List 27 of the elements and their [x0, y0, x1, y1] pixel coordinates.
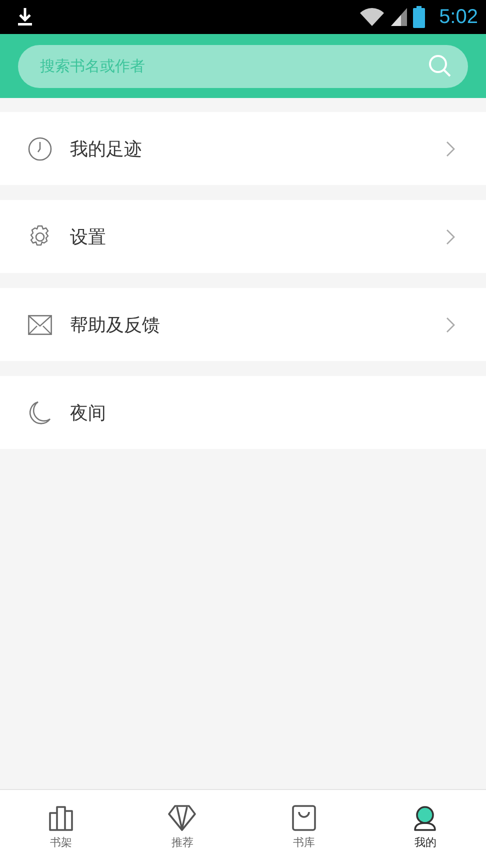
menu-label: 设置 — [70, 226, 107, 248]
bookshelf-icon — [48, 804, 73, 830]
download-icon — [16, 7, 34, 27]
nav-tab[interactable]: 书架 — [0, 790, 122, 864]
battery-icon — [413, 6, 426, 28]
search-field[interactable]: 搜索书名或作者 — [38, 56, 428, 76]
menu-item[interactable]: 帮助及反馈 — [0, 288, 486, 361]
menu-label: 夜间 — [70, 402, 107, 424]
search-icon[interactable] — [428, 54, 452, 78]
menu-label: 我的足迹 — [70, 138, 143, 160]
moon-icon — [28, 400, 52, 424]
nav-tab[interactable]: 书库 — [243, 790, 364, 864]
wifi-icon — [359, 7, 386, 27]
nav-tab[interactable]: 我的 — [364, 790, 486, 864]
user-icon — [412, 804, 438, 830]
shopping-bag-icon — [292, 804, 316, 830]
status-time: 5:02 — [439, 6, 478, 28]
signal-icon — [391, 8, 408, 26]
nav-tab[interactable]: 推荐 — [122, 790, 243, 864]
search-bar[interactable]: 搜索书名或作者 — [18, 44, 468, 88]
mail-icon — [28, 314, 52, 334]
menu-item[interactable]: 夜间 — [0, 376, 486, 449]
menu-label: 帮助及反馈 — [70, 314, 161, 336]
clock-icon — [28, 136, 52, 160]
menu-item[interactable]: 我的足迹 — [0, 112, 486, 185]
diamond-icon — [168, 804, 196, 830]
menu-item[interactable]: 设置 — [0, 200, 486, 273]
